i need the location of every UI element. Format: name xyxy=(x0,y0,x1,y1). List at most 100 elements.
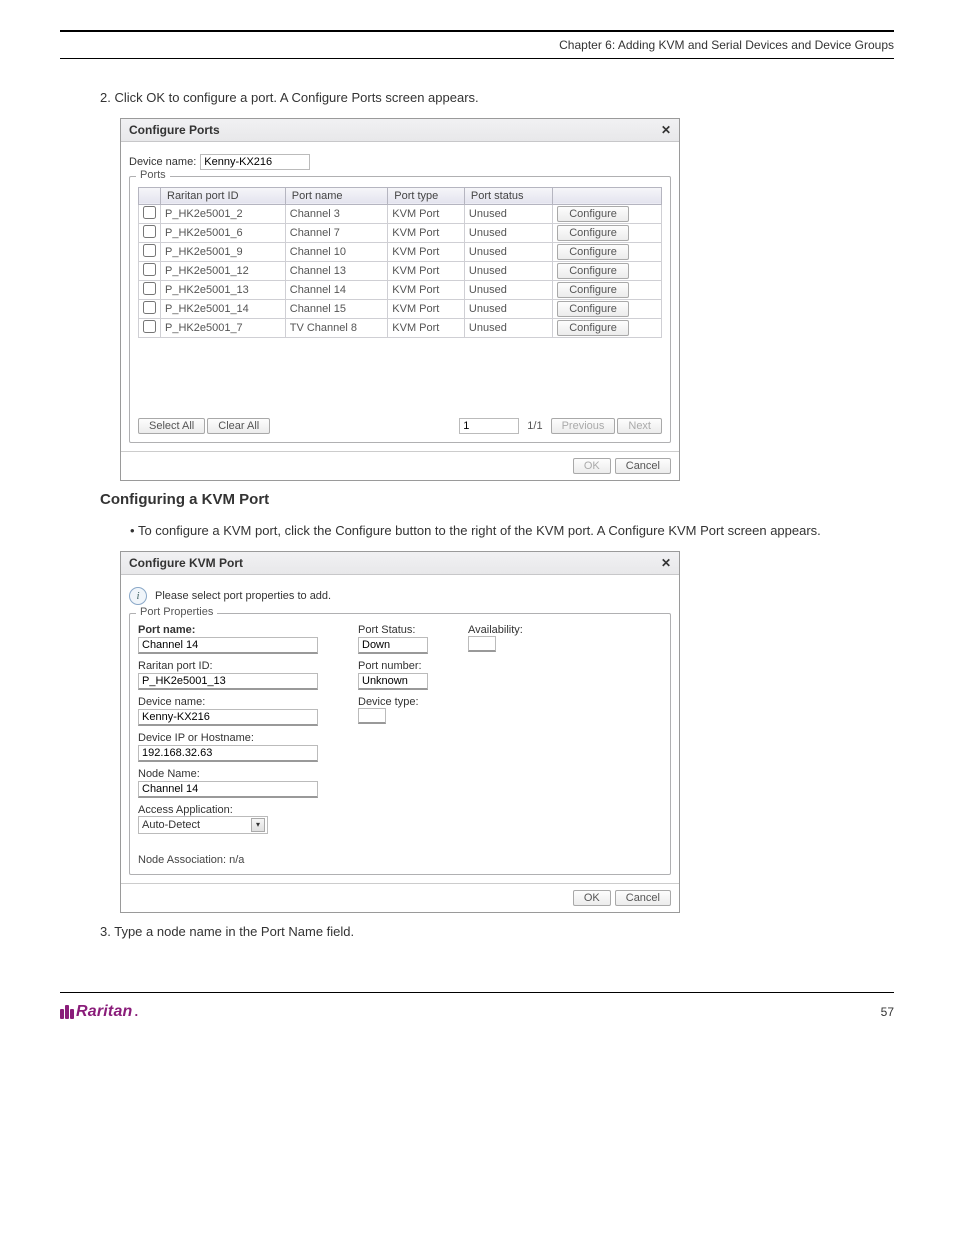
row-checkbox[interactable] xyxy=(143,301,156,314)
cell-port-type: KVM Port xyxy=(388,299,465,318)
row-checkbox[interactable] xyxy=(143,320,156,333)
device-name-label: Device name: xyxy=(129,156,196,168)
configure-kvm-port-dialog: Configure KVM Port ✕ i Please select por… xyxy=(120,551,680,913)
port-name-label: Port name: xyxy=(138,624,318,636)
device-name-input[interactable] xyxy=(138,709,318,726)
cancel-button[interactable]: Cancel xyxy=(615,458,671,474)
ports-legend: Ports xyxy=(136,169,170,181)
device-ip-label: Device IP or Hostname: xyxy=(138,732,318,744)
port-number-field xyxy=(358,673,428,690)
cell-port-status: Unused xyxy=(464,318,552,337)
page-input[interactable] xyxy=(459,418,519,434)
configure-button[interactable]: Configure xyxy=(557,225,629,241)
configure-button[interactable]: Configure xyxy=(557,244,629,260)
ok-button[interactable]: OK xyxy=(573,458,611,474)
previous-button[interactable]: Previous xyxy=(551,418,616,434)
col-port-status[interactable]: Port status xyxy=(464,187,552,204)
dialog-title: Configure Ports xyxy=(129,123,220,137)
table-row: P_HK2e5001_12Channel 13KVM PortUnused Con… xyxy=(139,261,662,280)
port-properties-legend: Port Properties xyxy=(136,606,217,618)
access-app-select[interactable]: Auto-Detect ▾ xyxy=(138,816,268,834)
row-checkbox[interactable] xyxy=(143,225,156,238)
close-icon[interactable]: ✕ xyxy=(661,123,671,137)
brand-logo: Raritan. xyxy=(60,1003,138,1021)
node-name-label: Node Name: xyxy=(138,768,318,780)
clear-all-button[interactable]: Clear All xyxy=(207,418,270,434)
cell-port-name: Channel 15 xyxy=(285,299,388,318)
cell-port-status: Unused xyxy=(464,242,552,261)
raritan-port-id-label: Raritan port ID: xyxy=(138,660,318,672)
col-port-name[interactable]: Port name xyxy=(285,187,388,204)
port-status-field xyxy=(358,637,428,654)
cell-port-status: Unused xyxy=(464,223,552,242)
close-icon[interactable]: ✕ xyxy=(661,556,671,570)
col-actions xyxy=(553,187,662,204)
cell-port-status: Unused xyxy=(464,261,552,280)
cell-port-id: P_HK2e5001_6 xyxy=(161,223,286,242)
cell-port-name: Channel 13 xyxy=(285,261,388,280)
configure-ports-dialog: Configure Ports ✕ Device name: Ports Rar… xyxy=(120,118,680,481)
cell-port-id: P_HK2e5001_9 xyxy=(161,242,286,261)
node-association: Node Association: n/a xyxy=(138,854,318,866)
row-checkbox[interactable] xyxy=(143,282,156,295)
cell-port-type: KVM Port xyxy=(388,318,465,337)
cell-port-id: P_HK2e5001_12 xyxy=(161,261,286,280)
info-text: Please select port properties to add. xyxy=(155,590,331,602)
port-number-label: Port number: xyxy=(358,660,428,672)
cell-port-status: Unused xyxy=(464,204,552,223)
availability-label: Availability: xyxy=(468,624,523,636)
cell-port-name: TV Channel 8 xyxy=(285,318,388,337)
device-ip-input[interactable] xyxy=(138,745,318,762)
raritan-port-id-input[interactable] xyxy=(138,673,318,690)
step-2-text: 2. Click OK to configure a port. A Confi… xyxy=(100,89,894,108)
cell-port-type: KVM Port xyxy=(388,204,465,223)
next-button[interactable]: Next xyxy=(617,418,662,434)
table-row: P_HK2e5001_2Channel 3KVM PortUnused Confi… xyxy=(139,204,662,223)
chevron-down-icon: ▾ xyxy=(251,818,265,832)
ok-button[interactable]: OK xyxy=(573,890,611,906)
cell-port-status: Unused xyxy=(464,299,552,318)
cell-port-type: KVM Port xyxy=(388,242,465,261)
device-type-label: Device type: xyxy=(358,696,428,708)
cell-port-name: Channel 7 xyxy=(285,223,388,242)
table-row: P_HK2e5001_6Channel 7KVM PortUnused Confi… xyxy=(139,223,662,242)
table-row: P_HK2e5001_13Channel 14KVM PortUnusedCon… xyxy=(139,280,662,299)
table-row: P_HK2e5001_7TV Channel 8KVM PortUnused Co… xyxy=(139,318,662,337)
cell-port-type: KVM Port xyxy=(388,223,465,242)
brand-icon xyxy=(60,1005,74,1019)
row-checkbox[interactable] xyxy=(143,263,156,276)
node-name-input[interactable] xyxy=(138,781,318,798)
row-checkbox[interactable] xyxy=(143,244,156,257)
page-number: 57 xyxy=(881,1005,894,1019)
cell-port-id: P_HK2e5001_2 xyxy=(161,204,286,223)
device-type-field xyxy=(358,708,386,724)
configure-button[interactable]: Configure xyxy=(557,320,629,336)
dialog-title: Configure KVM Port xyxy=(129,556,243,570)
availability-field xyxy=(468,636,496,652)
col-port-id[interactable]: Raritan port ID xyxy=(161,187,286,204)
col-check xyxy=(139,187,161,204)
cell-port-name: Channel 3 xyxy=(285,204,388,223)
cell-port-status: Unused xyxy=(464,280,552,299)
col-port-type[interactable]: Port type xyxy=(388,187,465,204)
bullet-text: • To configure a KVM port, click the Con… xyxy=(130,522,894,541)
configure-button[interactable]: Configure xyxy=(557,263,629,279)
access-app-label: Access Application: xyxy=(138,804,318,816)
device-name-input[interactable] xyxy=(200,154,310,170)
port-name-input[interactable] xyxy=(138,637,318,654)
cell-port-type: KVM Port xyxy=(388,261,465,280)
cell-port-id: P_HK2e5001_14 xyxy=(161,299,286,318)
cell-port-id: P_HK2e5001_7 xyxy=(161,318,286,337)
table-row: P_HK2e5001_14Channel 15KVM PortUnused Con… xyxy=(139,299,662,318)
info-icon: i xyxy=(129,587,147,605)
cancel-button[interactable]: Cancel xyxy=(615,890,671,906)
section-title: Configuring a KVM Port xyxy=(100,491,894,508)
cell-port-type: KVM Port xyxy=(388,280,465,299)
select-all-button[interactable]: Select All xyxy=(138,418,205,434)
configure-button[interactable]: Configure xyxy=(557,282,629,298)
row-checkbox[interactable] xyxy=(143,206,156,219)
configure-button[interactable]: Configure xyxy=(557,206,629,222)
cell-port-name: Channel 14 xyxy=(285,280,388,299)
chapter-title: Chapter 6: Adding KVM and Serial Devices… xyxy=(559,38,894,52)
configure-button[interactable]: Configure xyxy=(557,301,629,317)
